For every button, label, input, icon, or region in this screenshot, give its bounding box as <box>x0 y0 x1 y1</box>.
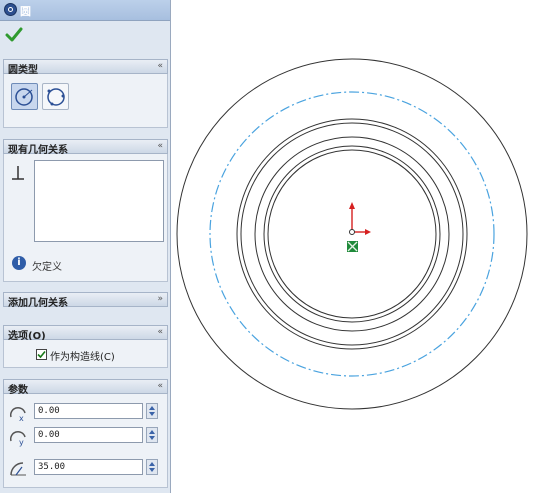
definition-status: 欠定义 <box>32 262 62 273</box>
info-icon: i <box>12 256 26 270</box>
collapse-chevron-icon[interactable]: « <box>157 141 163 151</box>
checkmark-icon <box>37 350 46 359</box>
perimeter-circle-button[interactable] <box>42 83 69 110</box>
svg-text:x: x <box>19 414 24 423</box>
graphics-area[interactable] <box>171 0 543 493</box>
svg-text:y: y <box>19 438 24 447</box>
construction-checkbox[interactable] <box>36 349 47 360</box>
circle-type-header[interactable]: 圆类型 « <box>3 59 168 76</box>
panel-titlebar: 圆 <box>0 0 170 21</box>
property-manager-panel: 圆 圆类型 « 现有几何关系 « i 欠定义 添加几何关系 » 选项(O) « … <box>0 0 171 493</box>
existing-relations-header[interactable]: 现有几何关系 « <box>3 139 168 156</box>
center-circle-button[interactable] <box>11 83 38 110</box>
radius-input[interactable]: 35.00 <box>34 459 143 475</box>
panel-title: 圆 <box>20 5 31 18</box>
center-y-input[interactable]: 0.00 <box>34 427 143 443</box>
collapse-chevron-icon[interactable]: « <box>157 381 163 391</box>
center-x-input[interactable]: 0.00 <box>34 403 143 419</box>
collapse-chevron-icon[interactable]: « <box>157 327 163 337</box>
center-y-icon: y <box>9 431 26 447</box>
perimeter-circle-icon <box>47 88 65 106</box>
add-relations-title: 添加几何关系 <box>8 298 68 309</box>
origin-axes-icon <box>349 202 371 235</box>
ok-checkmark-icon[interactable] <box>5 26 23 44</box>
collapse-chevron-icon[interactable]: « <box>157 61 163 71</box>
add-relations-header[interactable]: 添加几何关系 » <box>3 292 168 309</box>
expand-chevron-icon[interactable]: » <box>157 294 163 304</box>
center-circle-icon <box>15 88 33 106</box>
parameters-header[interactable]: 参数 « <box>3 379 168 396</box>
radius-icon <box>10 462 26 476</box>
relations-list[interactable] <box>34 160 164 242</box>
center-y-spinner[interactable] <box>146 427 158 443</box>
construction-label[interactable]: 作为构造线(C) <box>50 348 115 363</box>
circle-feature-icon <box>4 3 17 16</box>
options-header[interactable]: 选项(O) « <box>3 325 168 342</box>
radius-spinner[interactable] <box>146 459 158 475</box>
center-x-icon: x <box>9 407 26 423</box>
relation-perpendicular-icon <box>12 166 24 180</box>
center-point-icon[interactable] <box>347 241 358 252</box>
center-x-spinner[interactable] <box>146 403 158 419</box>
